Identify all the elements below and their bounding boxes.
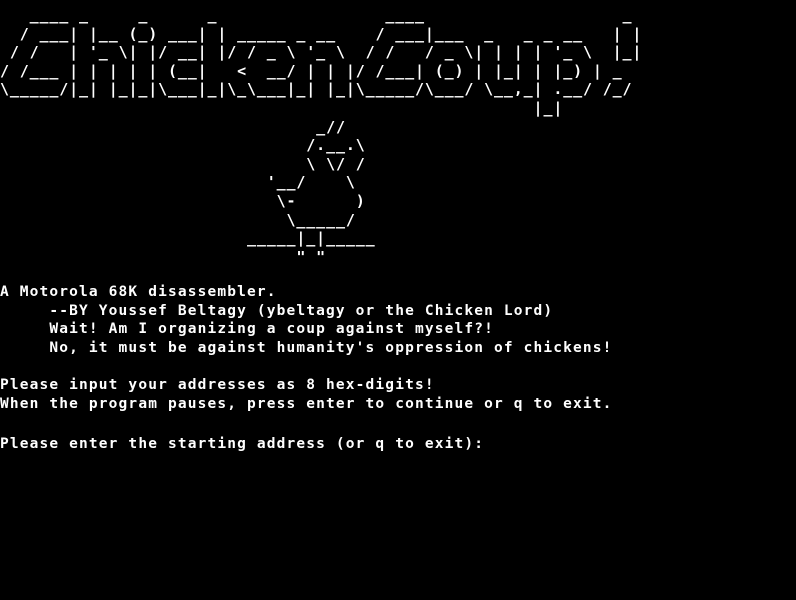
instruction-line: When the program pauses, press enter to … [0, 395, 613, 412]
title-art-line: / / | '_ \| |/ __| |/ / _ \ '_ \ / / / _… [0, 43, 643, 62]
console-output: A Motorola 68K disassembler. --BY Yousse… [0, 283, 613, 452]
chicken-art-line: \ \/ / [0, 154, 366, 173]
address-prompt-label: Please enter the starting address (or q … [0, 435, 494, 452]
title-art-line: / ___| |__ (_) ___| | _____ _ __ / ___|_… [0, 24, 643, 43]
chicken-art-line: " " [0, 247, 327, 266]
chicken-art-line: _// [0, 117, 346, 136]
address-input[interactable] [494, 432, 504, 448]
chicken-art-line: '__/ \ [0, 173, 356, 192]
title-art-line: / /___ | | | | | (__| < __/ | | |/ /___|… [0, 61, 643, 80]
instruction-line: Please input your addresses as 8 hex-dig… [0, 376, 435, 393]
ascii-banner: ____ _ _ _ ____ _ / ___| |__ (_) ___| | … [0, 6, 642, 266]
title-art-line: ____ _ _ _ ____ _ [0, 6, 643, 24]
intro-line: Wait! Am I organizing a coup against mys… [0, 321, 494, 338]
intro-line: No, it must be against humanity's oppres… [0, 339, 613, 356]
chicken-art-line: \- ) [0, 191, 366, 210]
terminal-window[interactable]: ____ _ _ _ ____ _ / ___| |__ (_) ___| | … [0, 0, 796, 600]
chicken-art-line: \_____/ [0, 210, 356, 229]
chicken-art-line: /.__.\ [0, 136, 366, 155]
chicken-art-line: _____|_|_____ [0, 229, 376, 248]
intro-line: A Motorola 68K disassembler. [0, 284, 277, 300]
address-prompt-row[interactable]: Please enter the starting address (or q … [0, 432, 613, 452]
title-art-line: |_| [0, 98, 643, 117]
title-art-line: \_____/|_| |_|_|\___|_|\_\___|_| |_|\___… [0, 80, 643, 99]
author-line: --BY Youssef Beltagy (ybeltagy or the Ch… [0, 302, 554, 319]
